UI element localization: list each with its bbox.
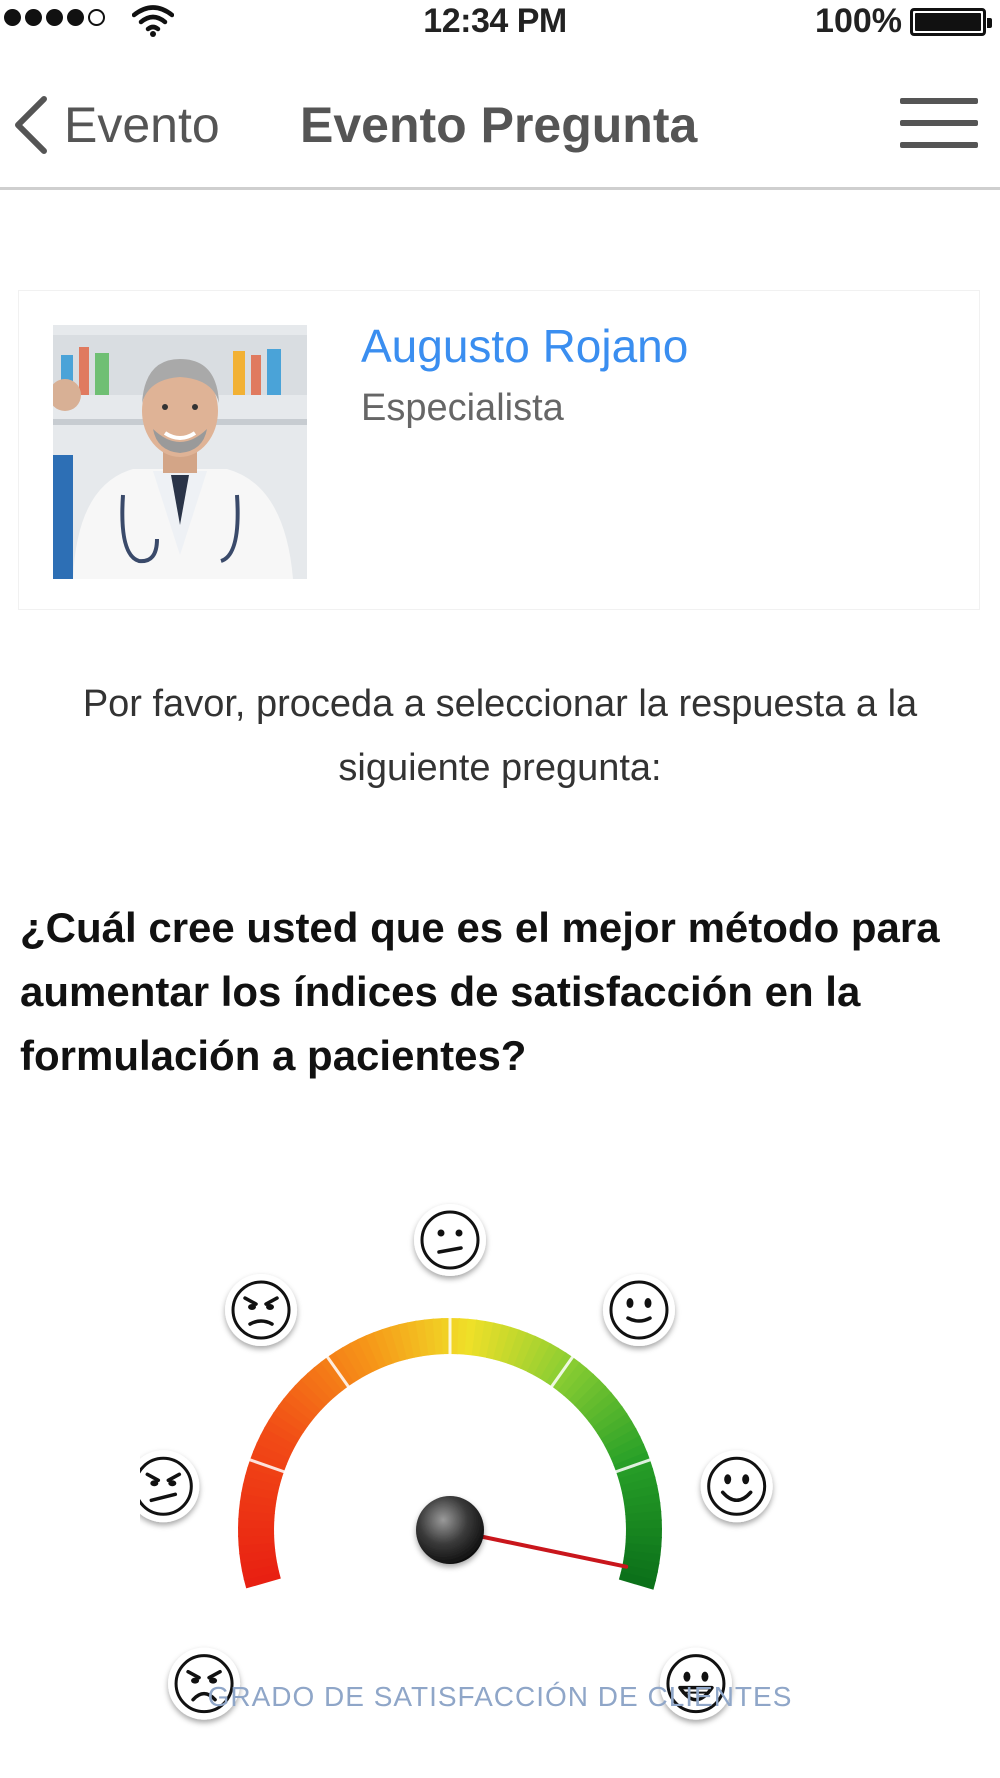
satisfaction-gauge-graphic: GRADO DE SATISFACCIÓN DE CLIENTES xyxy=(127,1204,793,1720)
gauge-needle xyxy=(416,1496,629,1569)
angry-face-icon[interactable] xyxy=(127,1450,200,1523)
question-text: ¿Cuál cree usted que es el mejor método … xyxy=(20,904,940,1079)
neutral-face-icon[interactable] xyxy=(414,1204,486,1276)
frowning-face-icon[interactable] xyxy=(225,1274,298,1347)
battery-percentage: 100% xyxy=(815,2,902,40)
chevron-left-icon xyxy=(15,96,47,154)
profile-role: Especialista xyxy=(361,387,564,429)
navigation-bar: Evento Evento Pregunta xyxy=(0,60,1000,190)
page-title: Evento Pregunta xyxy=(300,97,698,153)
status-bar: 12:34 PM 100% xyxy=(0,0,1000,44)
battery-icon xyxy=(910,8,992,36)
doctor-photo xyxy=(53,325,307,579)
instruction-text: Por favor, proceda a seleccionar la resp… xyxy=(82,683,918,789)
hamburger-menu-button[interactable] xyxy=(900,98,980,150)
slight-smile-face-icon[interactable] xyxy=(602,1274,675,1347)
smiling-face-icon[interactable] xyxy=(700,1450,773,1523)
avatar xyxy=(53,325,307,579)
back-label: Evento xyxy=(64,97,220,153)
back-button[interactable]: Evento xyxy=(10,90,220,160)
satisfaction-gauge[interactable]: GRADO DE SATISFACCIÓN DE CLIENTES xyxy=(127,1180,860,1740)
gauge-caption: GRADO DE SATISFACCIÓN DE CLIENTES xyxy=(208,1681,793,1712)
profile-card: Augusto Rojano Especialista xyxy=(18,290,980,610)
profile-name[interactable]: Augusto Rojano xyxy=(361,319,688,373)
